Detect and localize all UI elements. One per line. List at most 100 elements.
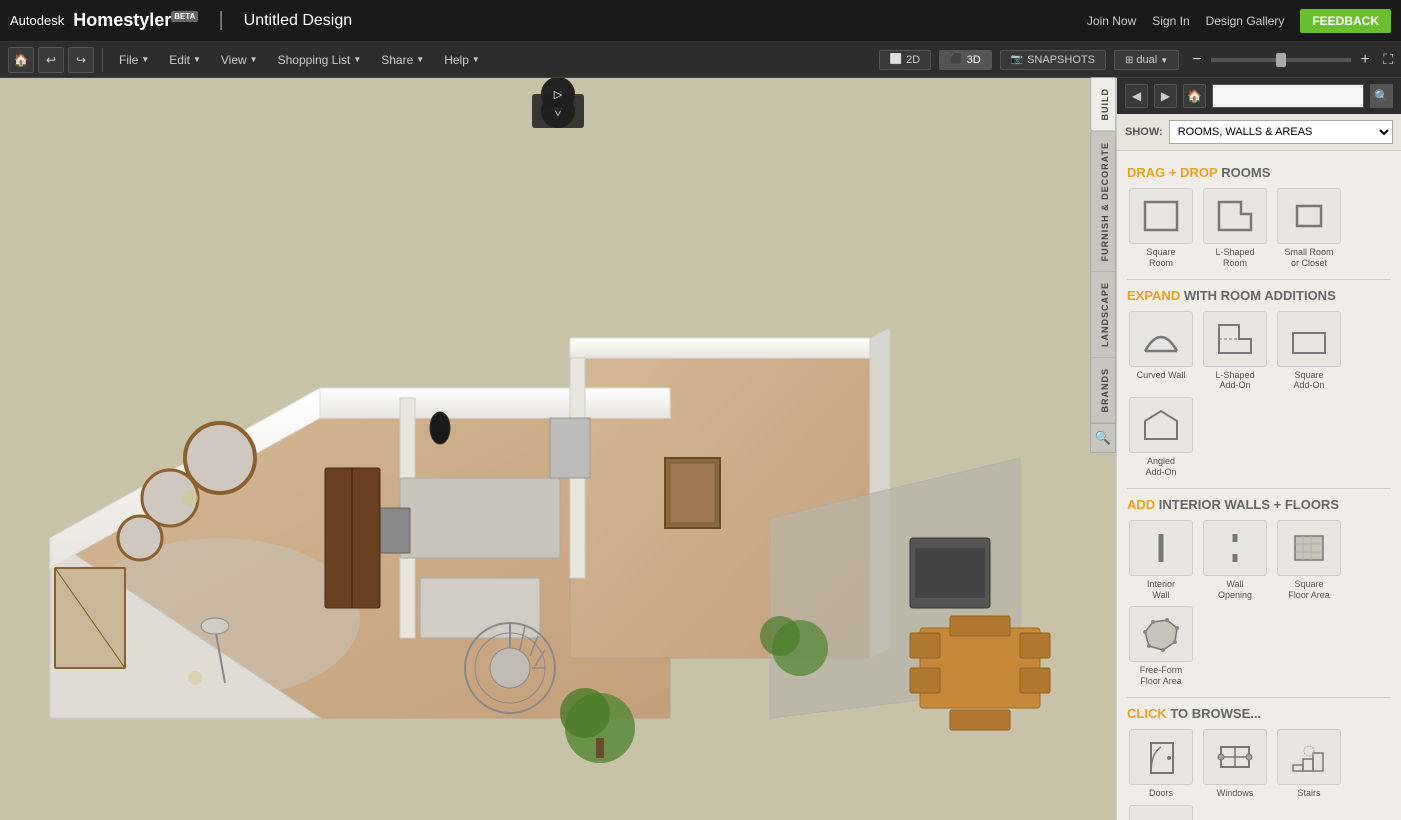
view-arrow: ▼ xyxy=(250,55,258,64)
side-tab-container: BUILD FURNISH & DECORATE LANDSCAPE BRAND… xyxy=(1090,78,1116,453)
browse-title: CLICK TO BROWSE... xyxy=(1127,706,1391,721)
show-label: SHOW: xyxy=(1125,126,1163,138)
snapshots-button[interactable]: 📷 SNAPSHOTS xyxy=(1000,50,1106,70)
panel-home-button[interactable]: 🏠 xyxy=(1183,84,1206,108)
shopping-list-menu[interactable]: Shopping List ▼ xyxy=(270,49,370,71)
doors-label: Doors xyxy=(1149,788,1173,799)
browse-items: Doors Windows xyxy=(1127,729,1391,820)
file-arrow: ▼ xyxy=(141,55,149,64)
windows-item[interactable]: Windows xyxy=(1201,729,1269,799)
panel-forward-button[interactable]: ▶ xyxy=(1154,84,1177,108)
square-floor-item[interactable]: SquareFloor Area xyxy=(1275,520,1343,601)
logo-area: Autodesk HomestylerBETA | Untitled Desig… xyxy=(10,9,352,32)
divider-1 xyxy=(1127,279,1391,280)
square-addon-item[interactable]: SquareAdd-On xyxy=(1275,311,1343,392)
square-floor-icon xyxy=(1277,520,1341,576)
angled-addon-icon xyxy=(1129,397,1193,453)
curved-wall-label: Curved Wall xyxy=(1137,370,1186,381)
freeform-floor-item[interactable]: Free-FormFloor Area xyxy=(1127,606,1195,687)
stairs-icon xyxy=(1277,729,1341,785)
fullscreen-button[interactable]: ⛶ xyxy=(1383,51,1393,68)
help-menu[interactable]: Help ▼ xyxy=(436,49,488,71)
stairs-item[interactable]: Stairs xyxy=(1275,729,1343,799)
floor-plan-svg xyxy=(20,138,1080,788)
divider-2 xyxy=(1127,488,1391,489)
interior-wall-icon xyxy=(1129,520,1193,576)
toolbar: 🏠 ↩ ↪ File ▼ Edit ▼ View ▼ Shopping List… xyxy=(0,42,1401,78)
stairs-label: Stairs xyxy=(1297,788,1320,799)
l-shaped-addon-icon xyxy=(1203,311,1267,367)
zoom-thumb xyxy=(1276,53,1286,67)
panel-search-button[interactable]: 🔍 xyxy=(1370,84,1393,108)
zoom-out-button[interactable]: − xyxy=(1187,51,1207,69)
join-now-link[interactable]: Join Now xyxy=(1087,14,1136,28)
square-floor-label: SquareFloor Area xyxy=(1288,579,1330,601)
build-tab[interactable]: BUILD xyxy=(1090,78,1116,132)
doors-icon xyxy=(1129,729,1193,785)
l-shaped-room-icon xyxy=(1203,188,1267,244)
freeform-floor-label: Free-FormFloor Area xyxy=(1140,665,1183,687)
wall-opening-item[interactable]: WallOpening xyxy=(1201,520,1269,601)
curved-wall-icon xyxy=(1129,311,1193,367)
share-menu[interactable]: Share ▼ xyxy=(373,49,432,71)
windows-icon xyxy=(1203,729,1267,785)
view-3d-button[interactable]: ⬛ 3D xyxy=(939,50,992,70)
l-shaped-room-label: L-ShapedRoom xyxy=(1215,247,1254,269)
interior-wall-item[interactable]: InteriorWall xyxy=(1127,520,1195,601)
show-select[interactable]: ROOMS, WALLS & AREAS ROOMS ONLY WALLS ON… xyxy=(1169,120,1393,144)
panel-search-input[interactable] xyxy=(1212,84,1364,108)
square-room-item[interactable]: SquareRoom xyxy=(1127,188,1195,269)
interior-title: ADD INTERIOR WALLS + FLOORS xyxy=(1127,497,1391,512)
main-area: ◁ △ ⊙ ▽ ▷ xyxy=(0,78,1401,820)
help-arrow: ▼ xyxy=(472,55,480,64)
orbit-right-button[interactable]: ▷ xyxy=(541,78,575,111)
furnish-tab[interactable]: FURNISH & DECORATE xyxy=(1090,132,1116,272)
expand-title: EXPAND WITH ROOM ADDITIONS xyxy=(1127,288,1391,303)
edit-menu[interactable]: Edit ▼ xyxy=(161,49,209,71)
angled-addon-item[interactable]: AngledAdd-On xyxy=(1127,397,1195,478)
fireplaces-item[interactable]: Fireplaces xyxy=(1127,805,1195,820)
panel-content: DRAG + DROP ROOMS SquareRoom xyxy=(1117,151,1401,820)
right-panel: ◀ ▶ 🏠 🔍 SHOW: ROOMS, WALLS & AREAS ROOMS… xyxy=(1116,78,1401,820)
drag-drop-items: SquareRoom L-ShapedRoom xyxy=(1127,188,1391,269)
doors-item[interactable]: Doors xyxy=(1127,729,1195,799)
wall-opening-label: WallOpening xyxy=(1218,579,1252,601)
file-menu[interactable]: File ▼ xyxy=(111,49,157,71)
dual-button[interactable]: ⊞ dual ▼ xyxy=(1114,50,1179,70)
navigation-controls: ◁ △ ⊙ ▽ ▷ xyxy=(498,94,618,214)
curved-wall-item[interactable]: Curved Wall xyxy=(1127,311,1195,392)
l-shaped-room-item[interactable]: L-ShapedRoom xyxy=(1201,188,1269,269)
landscape-tab[interactable]: LANDSCAPE xyxy=(1090,272,1116,358)
product-name: HomestylerBETA xyxy=(68,10,198,31)
feedback-button[interactable]: FEEDBACK xyxy=(1300,9,1391,33)
expand-items: Curved Wall L-ShapedAdd-On xyxy=(1127,311,1391,478)
square-room-icon xyxy=(1129,188,1193,244)
windows-label: Windows xyxy=(1217,788,1254,799)
zoom-bar: − + xyxy=(1187,51,1375,69)
interior-items: InteriorWall WallOpening xyxy=(1127,520,1391,687)
wall-opening-icon xyxy=(1203,520,1267,576)
l-shaped-addon-label: L-ShapedAdd-On xyxy=(1215,370,1254,392)
undo-button[interactable]: ↩ xyxy=(38,47,64,73)
l-shaped-addon-item[interactable]: L-ShapedAdd-On xyxy=(1201,311,1269,392)
view-2d-button[interactable]: ⬜ 2D xyxy=(879,50,932,70)
view-menu[interactable]: View ▼ xyxy=(213,49,266,71)
square-addon-icon xyxy=(1277,311,1341,367)
panel-back-button[interactable]: ◀ xyxy=(1125,84,1148,108)
top-bar: Autodesk HomestylerBETA | Untitled Desig… xyxy=(0,0,1401,42)
search-tab[interactable]: 🔍 xyxy=(1090,423,1116,453)
sign-in-link[interactable]: Sign In xyxy=(1152,14,1189,28)
toolbar-separator-1 xyxy=(102,48,103,72)
home-button[interactable]: 🏠 xyxy=(8,47,34,73)
show-row: SHOW: ROOMS, WALLS & AREAS ROOMS ONLY WA… xyxy=(1117,114,1401,151)
canvas-area[interactable]: ◁ △ ⊙ ▽ ▷ xyxy=(0,78,1116,820)
redo-button[interactable]: ↪ xyxy=(68,47,94,73)
freeform-floor-icon xyxy=(1129,606,1193,662)
zoom-slider[interactable] xyxy=(1211,58,1351,62)
view-toggle: ⬜ 2D ⬛ 3D 📷 SNAPSHOTS ⊞ dual ▼ − + ⛶ xyxy=(879,50,1393,70)
design-gallery-link[interactable]: Design Gallery xyxy=(1206,14,1285,28)
brand-name: Autodesk xyxy=(10,13,64,28)
zoom-in-button[interactable]: + xyxy=(1355,51,1375,69)
small-room-item[interactable]: Small Roomor Closet xyxy=(1275,188,1343,269)
brands-tab[interactable]: BRANDS xyxy=(1090,358,1116,424)
